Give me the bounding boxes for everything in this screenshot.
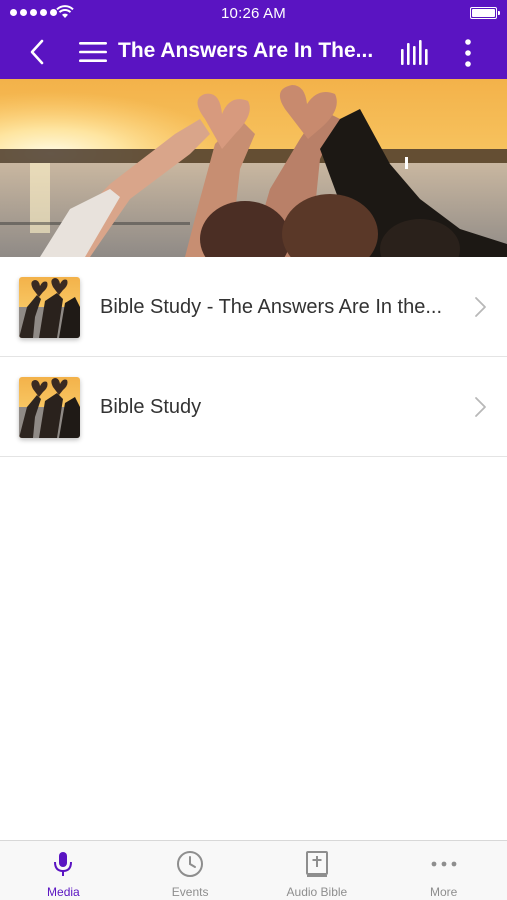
banner-image [0, 79, 507, 257]
microphone-icon [54, 852, 73, 876]
list-item-label: Bible Study [100, 396, 202, 418]
tab-events[interactable]: Events [127, 841, 254, 900]
hamburger-menu-icon[interactable] [78, 40, 108, 64]
tab-label: Media [47, 885, 80, 899]
more-horizontal-icon [431, 861, 457, 867]
tab-media[interactable]: Media [0, 841, 127, 900]
tab-label: Audio Bible [286, 885, 348, 899]
list-item[interactable]: Bible Study - The Answers Are In the... [0, 257, 507, 357]
sunset-hands-heart-photo [0, 79, 507, 257]
tab-audio-bible[interactable]: Audio Bible [254, 841, 381, 900]
audio-bars-icon[interactable] [398, 39, 432, 67]
tab-more[interactable]: More [380, 841, 507, 900]
tab-bar: Media Events Audio Bible More [0, 840, 507, 900]
page-title: The Answers Are In The... [118, 39, 374, 62]
chevron-right-icon [475, 297, 486, 317]
media-list: Bible Study - The Answers Are In the... … [0, 257, 507, 457]
tab-label: More [429, 885, 458, 899]
bible-icon [305, 851, 328, 877]
series-thumbnail [19, 277, 80, 338]
battery-icon [470, 7, 500, 19]
list-item[interactable]: Bible Study [0, 357, 507, 457]
app-header: 10:26 AM The Answers Are In The... [0, 0, 507, 79]
list-item-label: Bible Study - The Answers Are In the... [100, 296, 443, 318]
navigation-bar: The Answers Are In The... [0, 26, 507, 79]
status-time: 10:26 AM [221, 5, 286, 22]
status-bar: 10:26 AM [0, 0, 507, 26]
clock-icon [177, 851, 204, 877]
back-chevron-icon[interactable] [26, 38, 50, 66]
more-vertical-icon[interactable] [456, 38, 480, 68]
series-thumbnail [19, 377, 80, 438]
chevron-right-icon [475, 397, 486, 417]
tab-label: Events [171, 885, 209, 899]
